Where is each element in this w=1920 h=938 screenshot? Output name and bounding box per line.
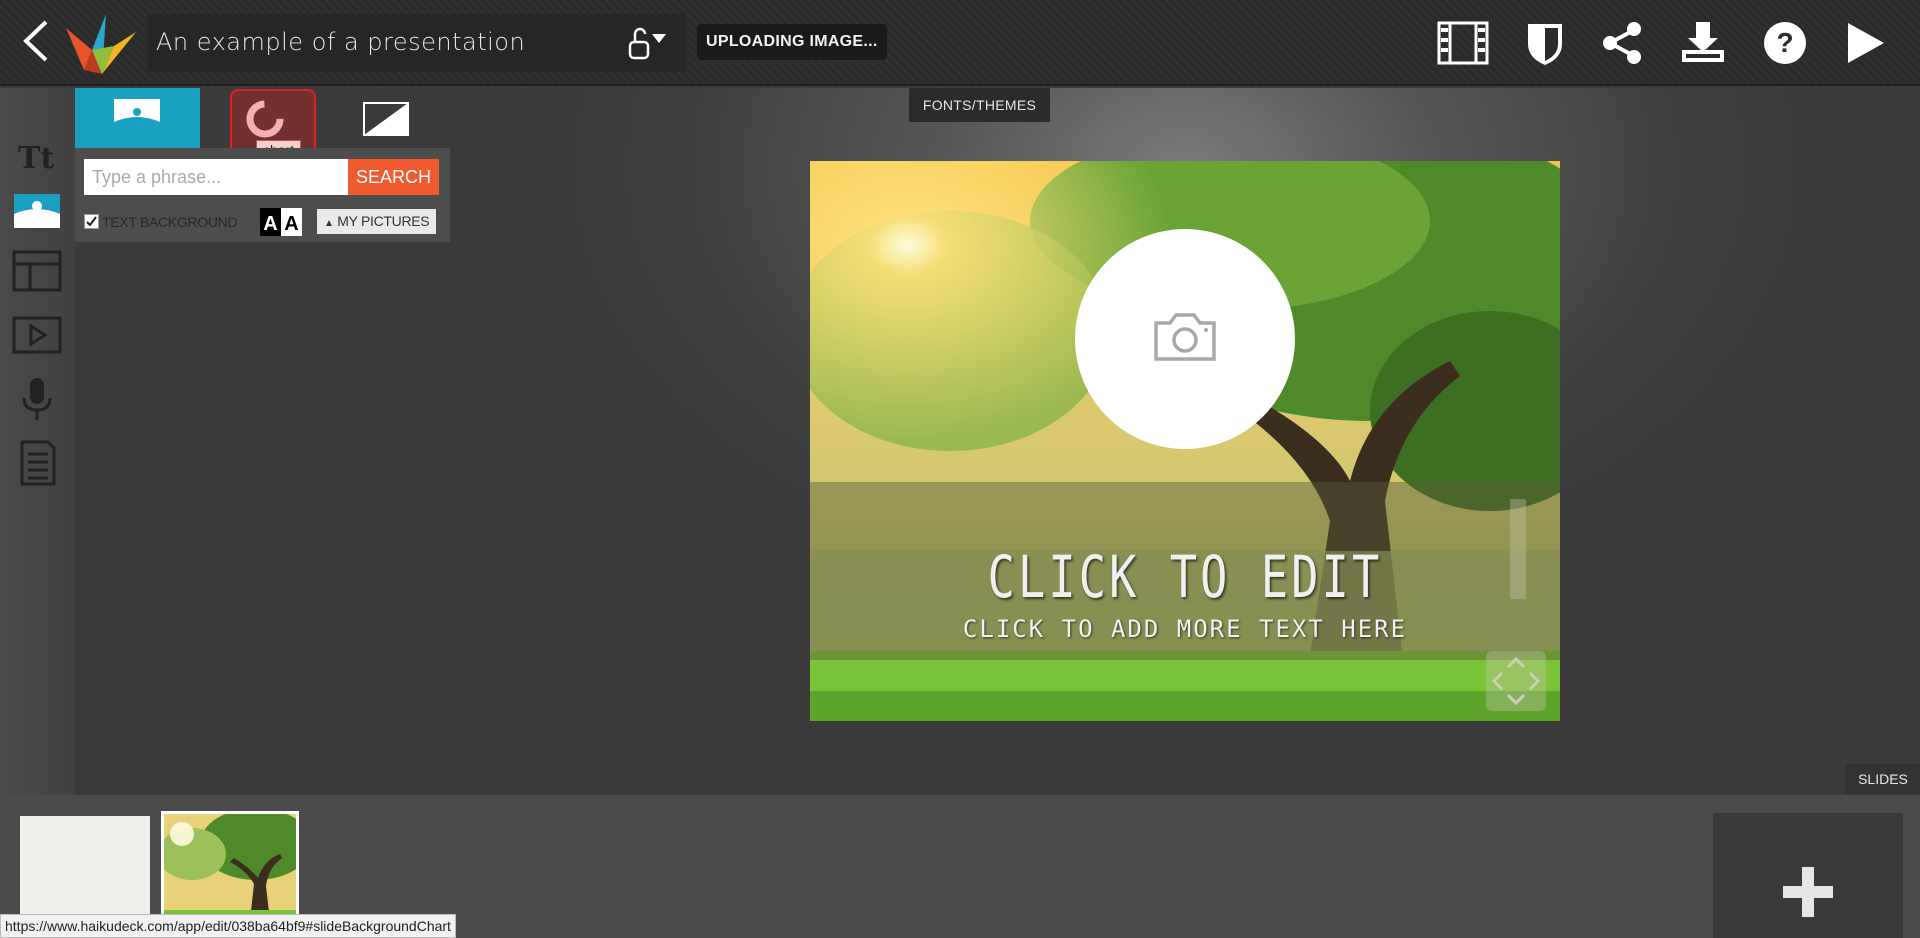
text-tool-icon[interactable]: Tt <box>10 132 64 182</box>
help-icon[interactable]: ? <box>1758 18 1812 68</box>
share-icon[interactable] <box>1596 18 1650 68</box>
add-slide-button[interactable] <box>1713 813 1903 938</box>
text-background-label: TEXT BACKGROUND <box>102 214 238 230</box>
svg-text:?: ? <box>1776 27 1793 58</box>
text-background-checkbox[interactable] <box>84 214 99 229</box>
microphone-icon[interactable] <box>10 374 64 424</box>
add-photo-button[interactable] <box>1075 229 1295 449</box>
camera-icon <box>1154 313 1216 361</box>
haiku-deck-logo-icon[interactable] <box>62 8 138 78</box>
move-handle[interactable] <box>1486 651 1546 711</box>
checkmark-icon <box>86 216 97 227</box>
upload-status-badge: UPLOADING IMAGE... <box>697 24 887 60</box>
solid-color-icon <box>363 102 409 136</box>
top-bar: An example of a presentation UPLOADING I… <box>0 0 1920 86</box>
layout-tool-icon[interactable] <box>10 246 64 296</box>
plus-icon <box>1783 867 1833 917</box>
video-tool-icon[interactable] <box>10 310 64 360</box>
slide-title[interactable]: CLICK TO EDIT <box>893 543 1478 611</box>
caret-up-icon: ▲ <box>324 218 334 229</box>
my-pictures-label: MY PICTURES <box>337 213 430 229</box>
notes-icon[interactable] <box>10 438 64 488</box>
fonts-themes-tab[interactable]: FONTS/THEMES <box>909 88 1050 122</box>
tab-solid-background[interactable] <box>355 88 425 148</box>
move-arrows-icon <box>1491 656 1541 706</box>
tab-image-background[interactable] <box>75 88 200 148</box>
search-input[interactable] <box>84 159 348 195</box>
film-icon[interactable] <box>1436 18 1490 68</box>
image-icon <box>114 99 160 135</box>
slides-tab[interactable]: SLIDES <box>1846 764 1920 794</box>
image-search-panel: SEARCH TEXT BACKGROUND A A ▲ MY PICTURES <box>75 148 450 242</box>
slide-subtitle[interactable]: CLICK TO ADD MORE TEXT HERE <box>810 615 1560 643</box>
unlock-icon[interactable] <box>626 24 674 64</box>
presentation-title-field[interactable]: An example of a presentation <box>148 14 686 72</box>
search-button[interactable]: SEARCH <box>348 159 439 195</box>
play-icon[interactable] <box>1838 18 1892 68</box>
slide-canvas[interactable]: CLICK TO EDIT CLICK TO ADD MORE TEXT HER… <box>810 161 1560 721</box>
my-pictures-button[interactable]: ▲ MY PICTURES <box>317 209 437 234</box>
svg-text:A: A <box>263 213 277 235</box>
text-resize-handle[interactable] <box>1510 499 1526 599</box>
svg-text:A: A <box>284 213 298 235</box>
left-toolbar: Tt <box>0 88 75 795</box>
image-tool-icon[interactable] <box>10 186 64 236</box>
text-contrast-toggle[interactable]: A A <box>260 208 302 236</box>
presentation-title[interactable]: An example of a presentation <box>156 28 525 56</box>
svg-text:Tt: Tt <box>18 141 54 176</box>
download-icon[interactable] <box>1676 18 1730 68</box>
back-chevron-icon[interactable] <box>18 16 58 66</box>
shield-icon[interactable] <box>1518 18 1572 68</box>
status-bar-url: https://www.haikudeck.com/app/edit/038ba… <box>0 914 456 938</box>
